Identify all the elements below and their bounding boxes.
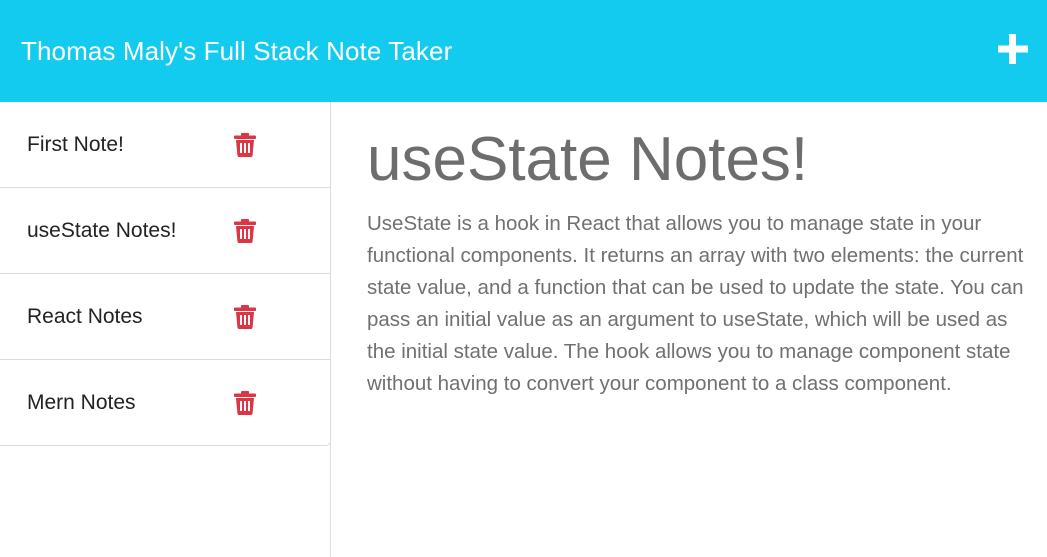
note-list-item-title[interactable]: useState Notes! — [27, 218, 176, 244]
note-list-item[interactable]: Mern Notes — [0, 360, 330, 445]
note-list-item[interactable]: First Note! — [0, 102, 330, 188]
note-list-item-title[interactable]: Mern Notes — [27, 390, 136, 416]
note-list-item-title[interactable]: First Note! — [27, 132, 124, 158]
sidebar: First Note! useState Notes! React Notes … — [0, 102, 331, 557]
new-note-button[interactable] — [994, 30, 1032, 68]
note-text: UseState is a hook in React that allows … — [367, 212, 1024, 395]
note-title: useState Notes! — [367, 125, 809, 194]
note-list-item-title[interactable]: React Notes — [27, 304, 143, 330]
navbar: Thomas Maly's Full Stack Note Taker — [0, 0, 1047, 102]
trash-icon[interactable] — [234, 391, 256, 415]
trash-icon[interactable] — [234, 305, 256, 329]
note-list-item[interactable]: useState Notes! — [0, 188, 330, 274]
note-list-item[interactable]: React Notes — [0, 274, 330, 360]
trash-icon[interactable] — [234, 219, 256, 243]
app-title: Thomas Maly's Full Stack Note Taker — [21, 36, 453, 66]
plus-icon — [998, 34, 1028, 64]
note-list: First Note! useState Notes! React Notes … — [0, 102, 331, 446]
note-view: useState Notes! UseState is a hook in Re… — [332, 102, 1047, 557]
trash-icon[interactable] — [234, 133, 256, 157]
